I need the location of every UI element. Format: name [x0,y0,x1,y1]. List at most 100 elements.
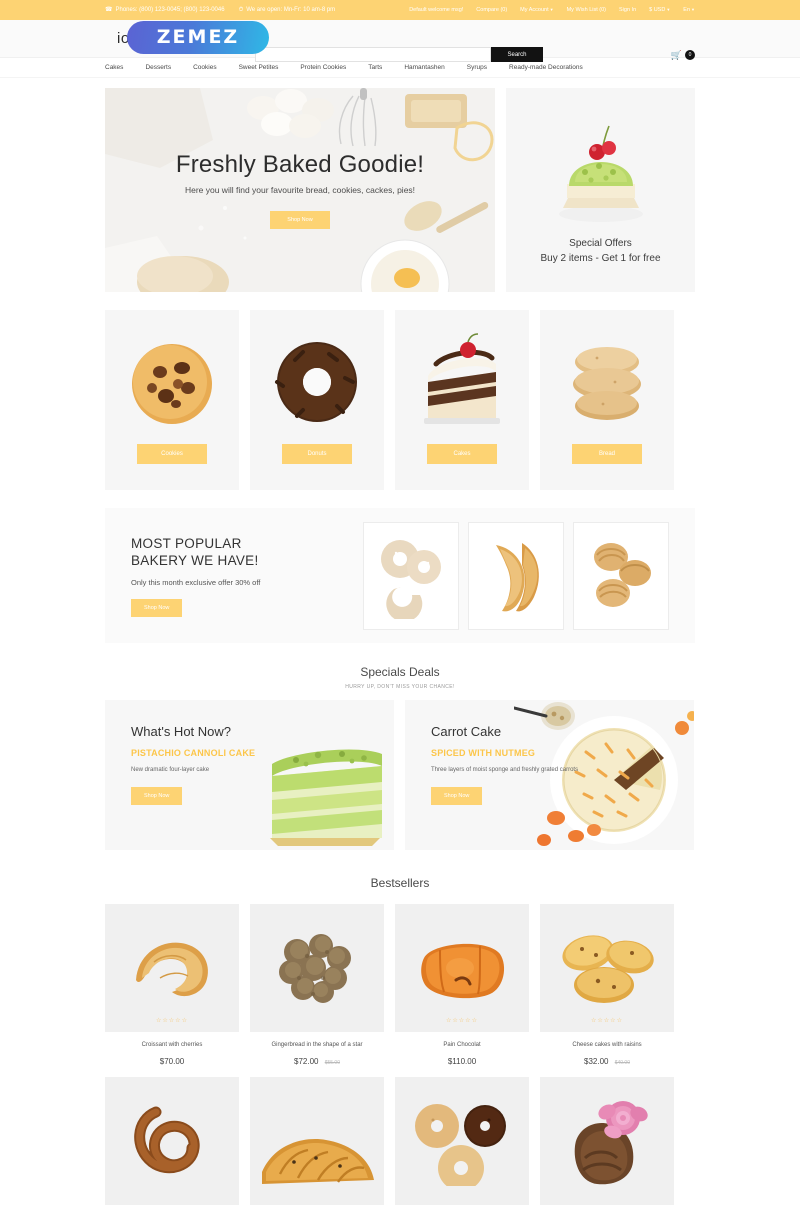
cake-image [412,332,512,432]
hero-shop-now-button[interactable]: Shop Now [270,211,330,229]
deal-card-carrot[interactable]: Carrot Cake SPICED WITH NUTMEG Three lay… [405,700,694,850]
product-card-pretzel[interactable] [105,1077,239,1215]
search-button[interactable]: Search [491,47,543,62]
category-button-cakes[interactable]: Cakes [427,444,497,464]
specials-heading: Specials Deals HURRY UP, DON'T MISS YOUR… [105,665,695,690]
product-rating-stars[interactable]: ☆☆☆☆☆ [395,1017,529,1024]
most-popular-subtitle: Only this month exclusive offer 30% off [131,577,261,587]
product-name: Pain Chocolat [443,1042,481,1048]
search-input[interactable] [255,47,491,62]
popular-image-donuts[interactable] [363,521,459,630]
language-selector[interactable]: En▼ [683,7,695,13]
bestsellers-grid: ☆☆☆☆☆ Croissant with cherries $70.00 Gin… [105,904,695,1215]
category-button-cookies[interactable]: Cookies [137,444,207,464]
zemez-watermark-logo: ZEMEZ [127,20,269,54]
compare-link[interactable]: Compare (0) [476,7,507,13]
phone-text: Phones: (800) 123-0045; (800) 123-0046 [115,7,225,13]
hero-title: Freshly Baked Goodie! [175,151,425,178]
popular-image-cream-puffs[interactable] [573,521,669,630]
product-name: Croissant with cherries [141,1042,203,1048]
specials-subtitle: HURRY UP, DON'T MISS YOUR CHANCE! [345,684,455,690]
cart-widget[interactable]: 🛒 0 [671,50,695,60]
deal-description-1: New dramatic four-layer cake [131,767,210,773]
nav-item-cookies[interactable]: Cookies [193,64,216,71]
hours-text: We are open: Mn-Fr: 10 am-8 pm [246,7,336,13]
price-old: $40.00 [614,1060,630,1066]
category-button-donuts[interactable]: Donuts [282,444,352,464]
welcome-message: Default welcome msg! [409,7,464,13]
deal-shop-now-button-2[interactable]: Shop Now [431,787,483,805]
nav-item-ready-made-decorations[interactable]: Ready-made Decorations [509,64,583,71]
price-current: $72.00 [294,1057,319,1066]
site-title: io [117,30,130,47]
hero-subtitle: Here you will find your favourite bread,… [184,185,416,195]
deal-card-pistachio[interactable]: What's Hot Now? PISTACHIO CANNOLI CAKE N… [105,700,394,850]
category-button-bread[interactable]: Bread [572,444,642,464]
phone-info: ☎ Phones: (800) 123-0045; (800) 123-0046 [105,7,225,13]
search-form[interactable]: Search [255,47,543,62]
deal-shop-now-button-1[interactable]: Shop Now [131,787,183,805]
deals-row: What's Hot Now? PISTACHIO CANNOLI CAKE N… [105,700,695,850]
category-card-cookies[interactable]: Cookies [105,310,239,490]
product-rating-stars[interactable]: ☆☆☆☆☆ [105,1017,239,1024]
specials-title: Specials Deals [360,665,440,679]
product-price: $110.00 [395,1057,529,1066]
nav-item-tarts[interactable]: Tarts [368,64,382,71]
price-current: $70.00 [159,1057,185,1066]
bread-rolls-icon [573,347,641,420]
product-image-croissant: ☆☆☆☆☆ [105,904,239,1032]
category-card-bread[interactable]: Bread [540,310,674,490]
deal-title-1: What's Hot Now? [131,724,232,739]
product-price: $70.00 [105,1057,239,1066]
pistachio-layer-cake-image [270,749,382,846]
special-offer-card[interactable]: Special Offers Buy 2 items - Get 1 for f… [506,88,695,292]
popular-image-croissants[interactable] [468,521,564,630]
category-card-cakes[interactable]: Cakes [395,310,529,490]
nav-item-desserts[interactable]: Desserts [145,64,171,71]
product-card-braided-bread[interactable] [250,1077,384,1215]
gingerbread-stars-icon [279,934,351,1003]
powdered-donuts-icon [381,539,441,619]
product-name: Gingerbread in the shape of a star [271,1042,363,1048]
product-price: $72.00 $55.00 [250,1057,384,1066]
deal-title-2: Carrot Cake [431,724,502,739]
most-popular-image-row [363,521,669,630]
my-account-link[interactable]: My Account▼ [520,7,553,13]
nav-item-syrups[interactable]: Syrups [467,64,487,71]
top-bar-contact-group: ☎ Phones: (800) 123-0045; (800) 123-0046… [105,7,335,13]
nav-item-sweet-petites[interactable]: Sweet Petites [239,64,279,71]
shopping-cart-icon[interactable]: 🛒 [671,50,682,60]
sign-in-link[interactable]: Sign In [619,7,636,13]
price-old: $55.00 [324,1060,340,1066]
product-card-gingerbread[interactable]: Gingerbread in the shape of a star $72.0… [250,904,384,1066]
price-current: $32.00 [584,1057,609,1066]
carrot-cake-image [514,702,694,846]
product-card-cheese-cakes[interactable]: ☆☆☆☆☆ Cheese cakes with raisins $32.00 $… [540,904,674,1066]
product-card-croissant[interactable]: ☆☆☆☆☆ Croissant with cherries $70.00 [105,904,239,1066]
category-card-donuts[interactable]: Donuts [250,310,384,490]
hero-content: Freshly Baked Goodie! Here you will find… [105,88,495,292]
nav-item-protein-cookies[interactable]: Protein Cookies [300,64,346,71]
top-bar-links: Default welcome msg! Compare (0) My Acco… [409,7,695,13]
donut-image [267,332,367,432]
brand-area[interactable]: io ZEMEZ [105,20,269,58]
hero-banner[interactable]: Freshly Baked Goodie! Here you will find… [105,88,495,292]
product-image-assorted-donuts [395,1077,529,1205]
product-rating-stars[interactable]: ☆☆☆☆☆ [540,1017,674,1024]
product-card-pain-chocolat[interactable]: ☆☆☆☆☆ Pain Chocolat $110.00 [395,904,529,1066]
product-card-assorted-donuts[interactable] [395,1077,529,1215]
pistachio-cake-illustration [558,125,643,222]
currency-selector[interactable]: $ USD▼ [649,7,670,13]
cookie-image [122,332,222,432]
most-popular-text: MOST POPULAR BAKERY WE HAVE! Only this m… [131,535,347,617]
nav-item-cakes[interactable]: Cakes [105,64,123,71]
wish-list-link[interactable]: My Wish List (0) [567,7,606,13]
top-bar: ☎ Phones: (800) 123-0045; (800) 123-0046… [0,0,800,20]
zemez-logo-text: ZEMEZ [156,26,240,48]
product-card-chocolate-cupcake[interactable] [540,1077,674,1215]
cheese-cakes-icon [562,935,654,1003]
cart-count-badge: 0 [685,50,695,60]
price-current: $110.00 [447,1057,477,1066]
most-popular-shop-now-button[interactable]: Shop Now [131,598,183,617]
nav-item-hamantashen[interactable]: Hamantashen [404,64,444,71]
